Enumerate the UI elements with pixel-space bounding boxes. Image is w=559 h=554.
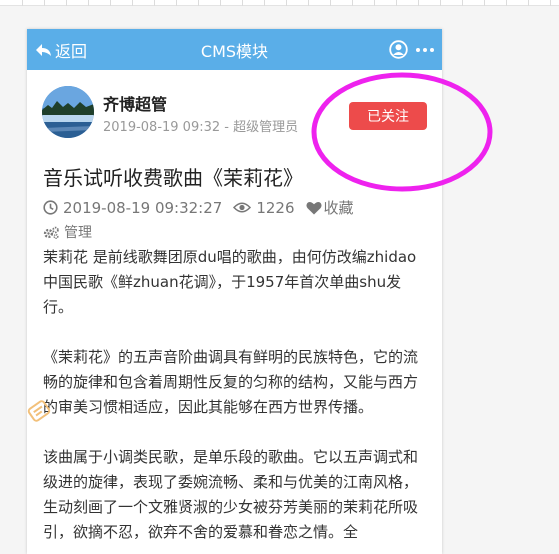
back-button[interactable]: 返回 bbox=[35, 29, 87, 70]
article-body: 茉莉花 是前线歌舞团原du唱的歌曲，由何仿改编zhidao中国民歌《鲜zhuan… bbox=[43, 245, 427, 554]
avatar[interactable] bbox=[42, 86, 94, 138]
manage-label: 管理 bbox=[64, 225, 92, 241]
view-count: 1226 bbox=[233, 198, 295, 217]
author-name[interactable]: 齐博超管 bbox=[103, 91, 167, 115]
clock-icon bbox=[43, 200, 58, 215]
favorite-label: 收藏 bbox=[323, 199, 354, 217]
more-dots-icon[interactable] bbox=[416, 41, 434, 59]
page-title: CMS模块 bbox=[200, 41, 269, 61]
paragraph: 该曲属于小调类民歌，是单乐段的歌曲。它以五声调式和级进的旋律，表现了委婉流畅、柔… bbox=[43, 448, 419, 541]
eye-icon bbox=[233, 202, 252, 213]
favorite-button[interactable]: 收藏 bbox=[305, 197, 354, 218]
article-stats: 2019-08-19 09:32:27 1226 收藏 bbox=[43, 197, 365, 218]
heart-icon bbox=[305, 201, 322, 214]
author-meta: 2019-08-19 09:32 - 超级管理员 bbox=[103, 120, 299, 135]
paragraph: 《茉莉花》的五声音阶曲调具有鲜明的民族特色，它的流畅的旋律和包含着周期性反复的匀… bbox=[43, 348, 419, 416]
manage-button[interactable]: 管理 bbox=[43, 222, 92, 242]
top-navbar: 返回 CMS模块 bbox=[27, 29, 442, 70]
article-title: 音乐试听收费歌曲《茉莉花》 bbox=[43, 166, 303, 190]
back-arrow-icon bbox=[36, 43, 51, 56]
publish-time-text: 2019-08-19 09:32:27 bbox=[63, 198, 223, 217]
paragraph: 茉莉花 是前线歌舞团原du唱的歌曲，由何仿改编zhidao中国民歌《鲜zhuan… bbox=[43, 248, 417, 316]
back-label: 返回 bbox=[55, 41, 88, 61]
publish-time: 2019-08-19 09:32:27 bbox=[43, 199, 222, 217]
mobile-page: 返回 CMS模块 齐博超管 2019-08-19 09:32 - 超级管理员 已… bbox=[27, 29, 442, 554]
follow-button[interactable]: 已关注 bbox=[349, 102, 427, 130]
gears-icon bbox=[43, 226, 59, 239]
user-circle-icon[interactable] bbox=[389, 40, 408, 59]
view-count-text: 1226 bbox=[256, 198, 295, 217]
